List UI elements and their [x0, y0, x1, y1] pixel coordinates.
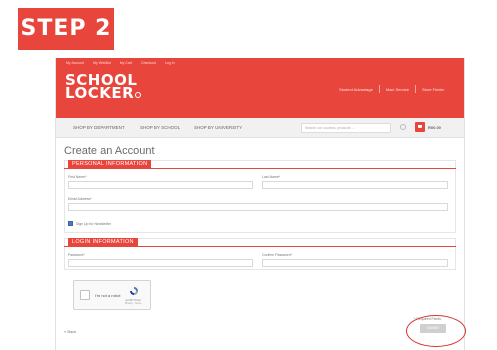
last-name-field[interactable]	[262, 181, 448, 189]
search-icon[interactable]	[400, 124, 406, 130]
email-label: Email Address*	[68, 197, 92, 201]
cart-total[interactable]: R00.00	[428, 125, 441, 130]
nav-shop-by-school[interactable]: SHOP BY SCHOOL	[140, 125, 180, 130]
last-name-label: Last Name*	[262, 175, 281, 179]
site-logo[interactable]: SCHOOL LOCKER	[65, 73, 142, 102]
newsletter-label: Sign Up for Newsletter	[76, 222, 112, 226]
email-field[interactable]	[68, 203, 448, 211]
top-link-checkout[interactable]: Checkout	[141, 61, 156, 65]
personal-info-heading: PERSONAL INFORMATION	[68, 160, 152, 169]
header-link-student-advantage[interactable]: Student Advantage	[339, 87, 373, 92]
newsletter-checkbox[interactable]	[68, 221, 73, 226]
main-nav: SHOP BY DEPARTMENT SHOP BY SCHOOL SHOP B…	[56, 118, 464, 138]
nav-shop-by-department[interactable]: SHOP BY DEPARTMENT	[73, 125, 125, 130]
first-name-label: First Name*	[68, 175, 87, 179]
recaptcha-logo-icon	[130, 287, 138, 295]
search-input[interactable]: Search our courses, products ...	[301, 123, 391, 133]
top-link-my-cart[interactable]: My Cart	[120, 61, 132, 65]
back-link[interactable]: « Back	[64, 329, 76, 334]
header-link-service[interactable]: Mac! Service	[386, 87, 409, 92]
required-fields-note: * Required Fields	[414, 317, 441, 321]
top-link-log-in[interactable]: Log In	[165, 61, 175, 65]
confirm-password-field[interactable]	[262, 259, 448, 267]
nav-shop-by-university[interactable]: SHOP BY UNIVERSITY	[194, 125, 242, 130]
recaptcha-widget: I'm not a robot reCAPTCHA Privacy - Term…	[73, 280, 151, 310]
submit-button[interactable]: SUBMIT	[420, 324, 446, 333]
site-header: My Account My Wishlist My Cart Checkout …	[56, 58, 464, 118]
cart-icon[interactable]	[415, 122, 425, 132]
header-divider	[378, 85, 380, 93]
logo-dot-icon	[135, 92, 142, 98]
page-title: Create an Account	[64, 145, 155, 157]
first-name-field[interactable]	[68, 181, 253, 189]
recaptcha-label: I'm not a robot	[95, 293, 121, 298]
personal-info-section	[64, 160, 456, 233]
header-link-store-finder[interactable]: Store Finder	[422, 87, 444, 92]
browser-viewport: My Account My Wishlist My Cart Checkout …	[55, 58, 465, 350]
recaptcha-checkbox[interactable]	[80, 290, 90, 300]
recaptcha-terms-link[interactable]: Privacy - Terms	[125, 302, 141, 305]
step-badge: STEP 2	[18, 8, 114, 50]
header-divider	[414, 85, 416, 93]
logo-line-2: LOCKER	[65, 84, 135, 102]
header-links: Student Advantage Mac! Service Store Fin…	[339, 85, 444, 93]
password-field[interactable]	[68, 259, 253, 267]
top-link-my-account[interactable]: My Account	[66, 61, 84, 65]
login-info-heading: LOGIN INFORMATION	[68, 238, 138, 247]
top-link-my-wishlist[interactable]: My Wishlist	[93, 61, 111, 65]
top-links: My Account My Wishlist My Cart Checkout …	[66, 61, 175, 65]
confirm-password-label: Confirm Password*	[262, 253, 292, 257]
password-label: Password*	[68, 253, 85, 257]
